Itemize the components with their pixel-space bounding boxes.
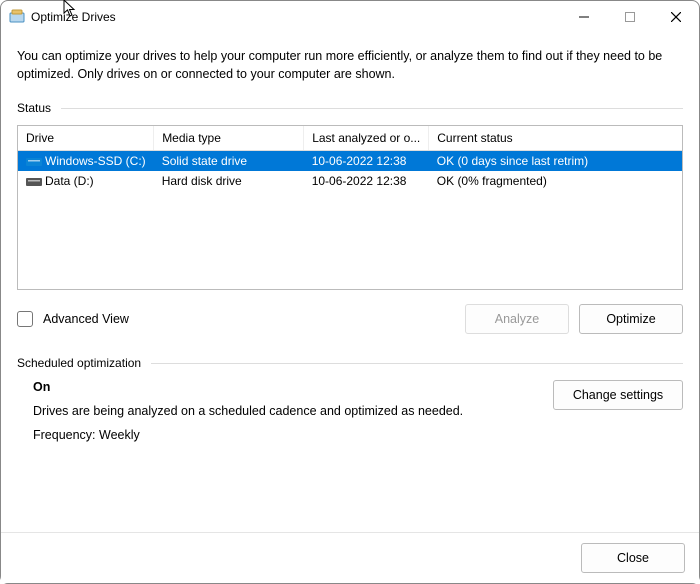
drive-name: Data (D:) [45, 174, 94, 188]
titlebar: Optimize Drives [1, 1, 699, 33]
drive-status: OK (0% fragmented) [429, 171, 682, 191]
minimize-button[interactable] [561, 1, 607, 33]
drive-media: Solid state drive [154, 151, 304, 172]
intro-text: You can optimize your drives to help you… [17, 47, 683, 83]
advanced-view-checkbox[interactable] [17, 311, 33, 327]
col-drive[interactable]: Drive [18, 126, 154, 151]
app-icon [9, 9, 25, 25]
status-heading: Status [17, 101, 683, 115]
scheduled-frequency: Frequency: Weekly [33, 428, 553, 442]
change-settings-button[interactable]: Change settings [553, 380, 683, 410]
scheduled-state: On [33, 380, 553, 394]
col-last[interactable]: Last analyzed or o... [304, 126, 429, 151]
scheduled-description: Drives are being analyzed on a scheduled… [33, 404, 553, 418]
drives-table[interactable]: Drive Media type Last analyzed or o... C… [17, 125, 683, 290]
drive-last: 10-06-2022 12:38 [304, 171, 429, 191]
col-media[interactable]: Media type [154, 126, 304, 151]
maximize-button[interactable] [607, 1, 653, 33]
scheduled-heading: Scheduled optimization [17, 356, 683, 370]
close-window-button[interactable] [653, 1, 699, 33]
drive-media: Hard disk drive [154, 171, 304, 191]
drive-last: 10-06-2022 12:38 [304, 151, 429, 172]
dialog-footer: Close [1, 532, 699, 583]
col-status[interactable]: Current status [429, 126, 682, 151]
table-row[interactable]: Windows-SSD (C:) Solid state drive10-06-2… [18, 151, 682, 172]
table-header-row[interactable]: Drive Media type Last analyzed or o... C… [18, 126, 682, 151]
analyze-button[interactable]: Analyze [465, 304, 569, 334]
optimize-button[interactable]: Optimize [579, 304, 683, 334]
drive-icon [26, 176, 42, 188]
advanced-view-label: Advanced View [43, 312, 455, 326]
drive-status: OK (0 days since last retrim) [429, 151, 682, 172]
window-title: Optimize Drives [31, 10, 561, 24]
table-row[interactable]: Data (D:) Hard disk drive10-06-2022 12:38… [18, 171, 682, 191]
drive-name: Windows-SSD (C:) [45, 154, 146, 168]
close-button[interactable]: Close [581, 543, 685, 573]
drive-icon [26, 156, 42, 168]
